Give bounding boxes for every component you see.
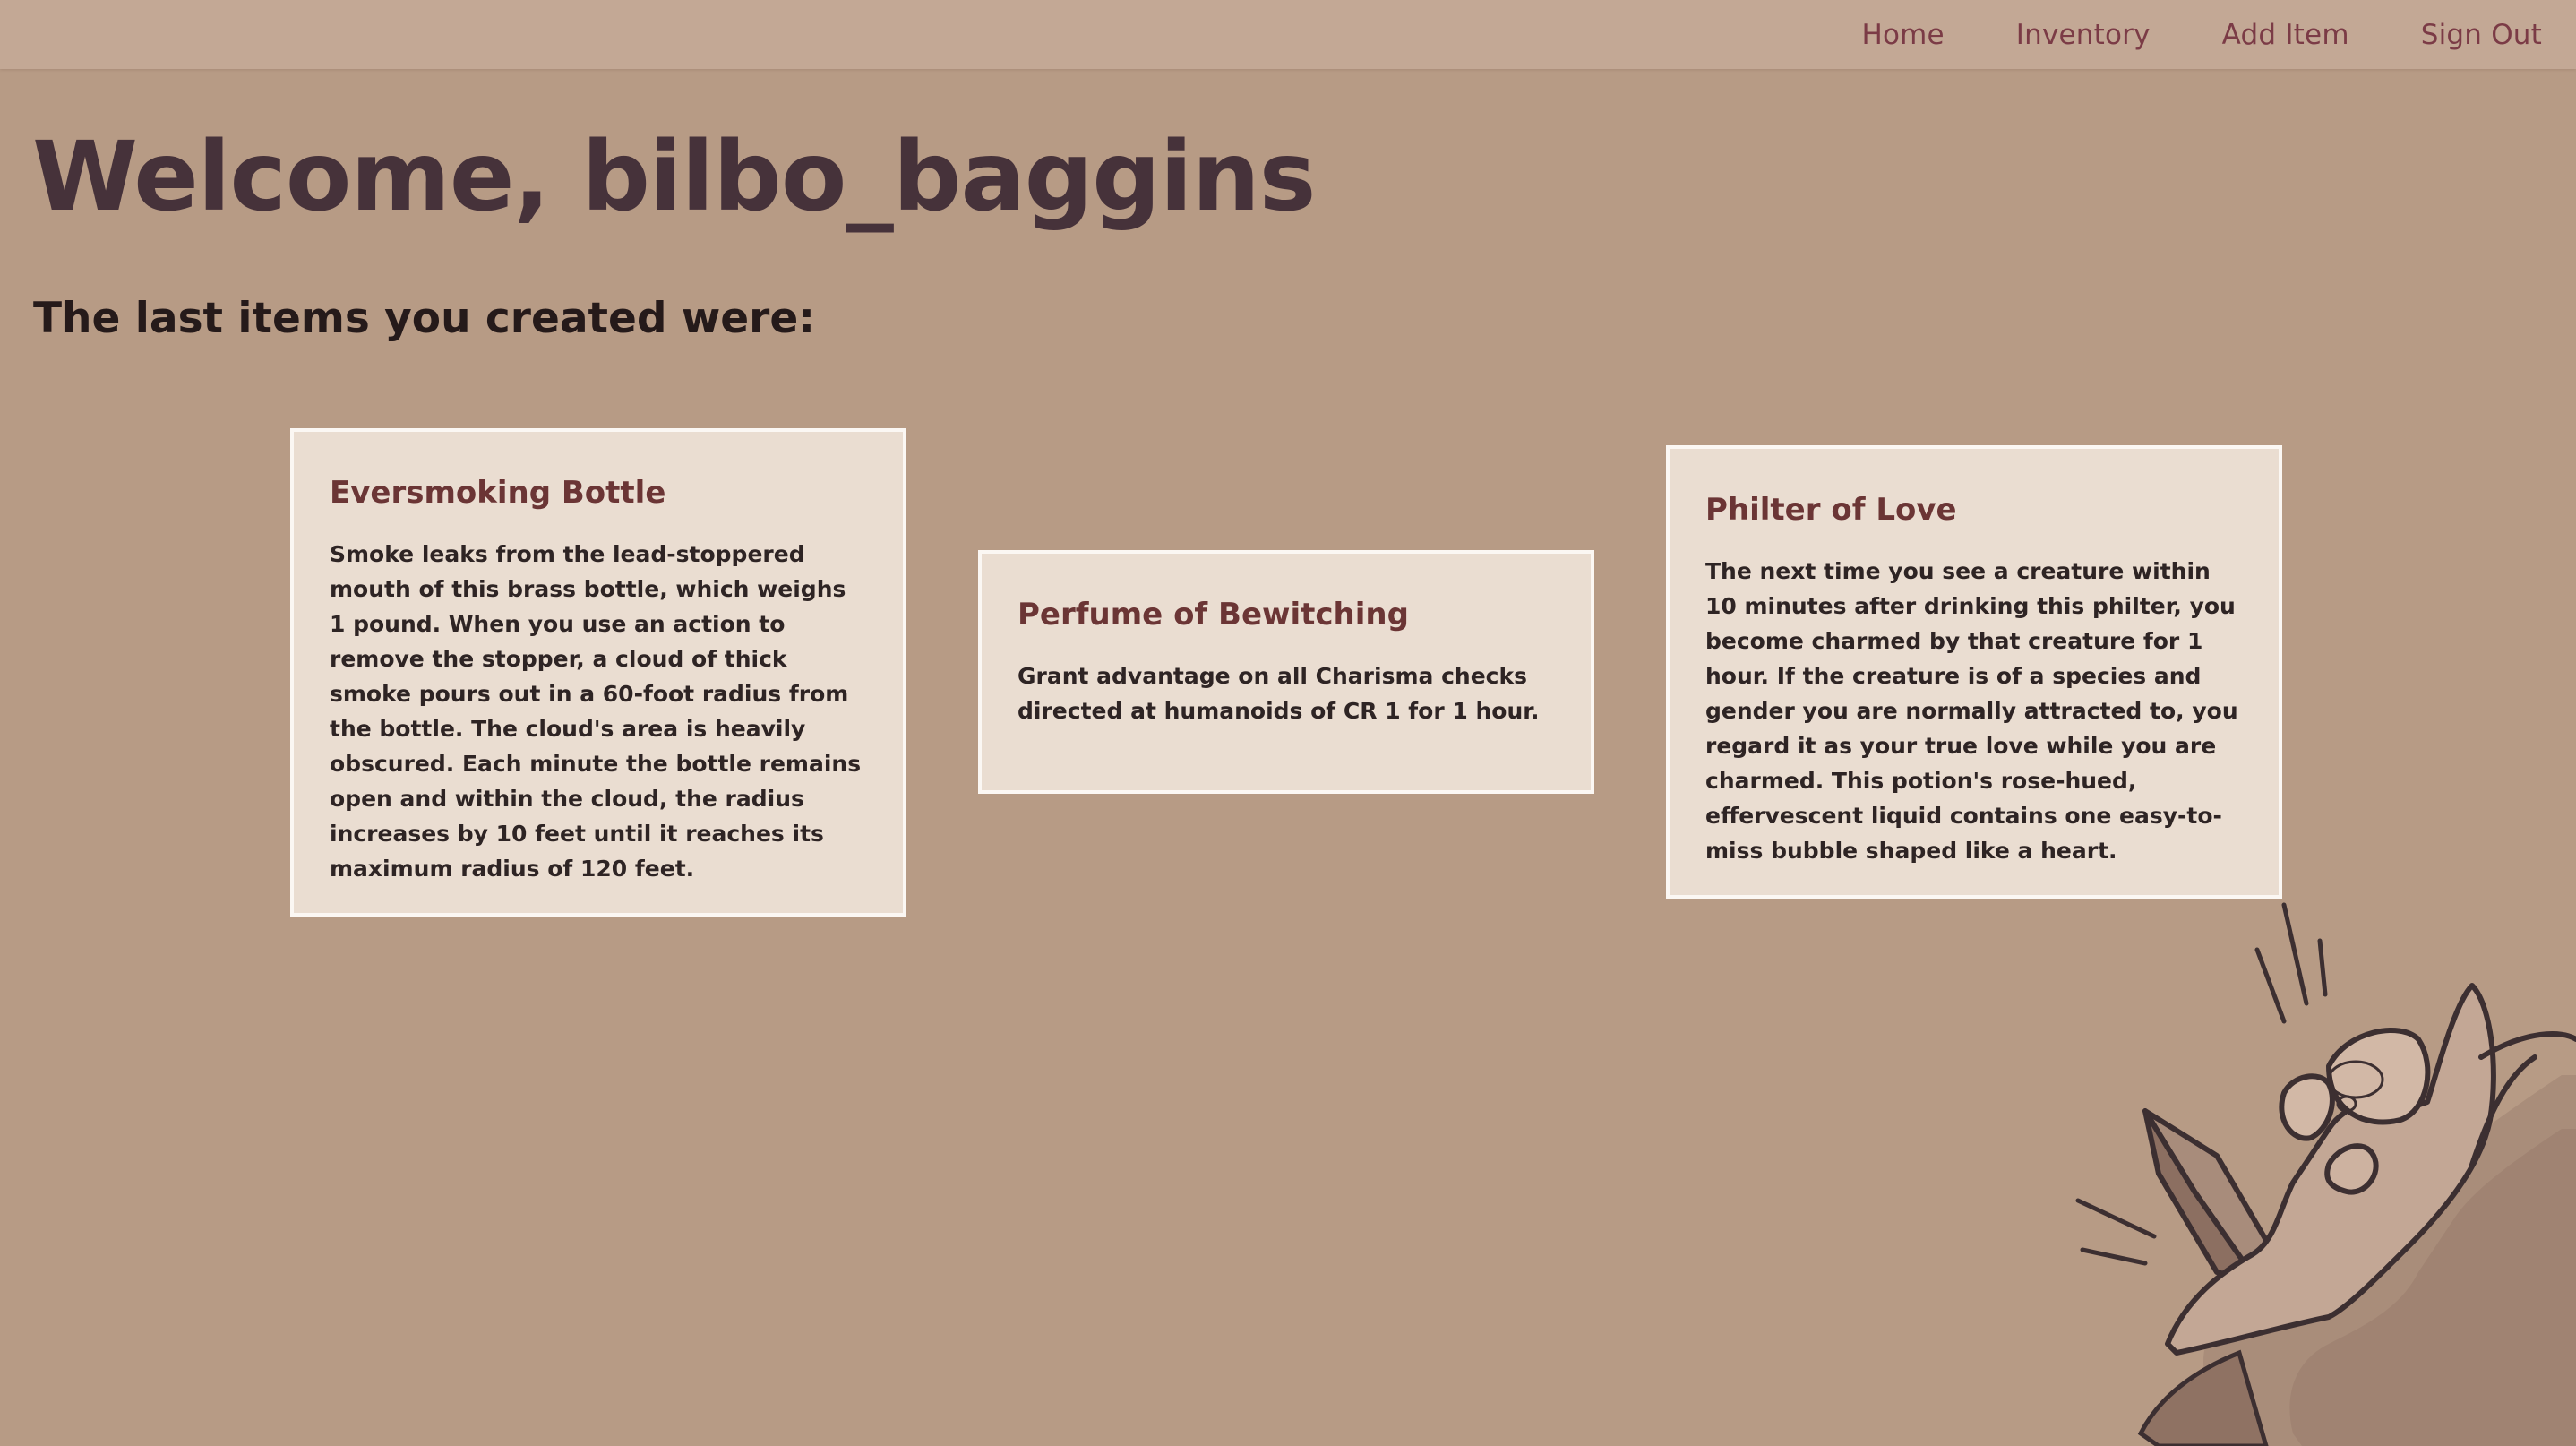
item-card[interactable]: Eversmoking Bottle Smoke leaks from the … — [290, 428, 906, 917]
item-card-description: Smoke leaks from the lead-stoppered mout… — [330, 540, 862, 882]
item-card-title: Perfume of Bewitching — [1018, 597, 1409, 633]
item-card[interactable]: Perfume of Bewitching Grant advantage on… — [978, 550, 1594, 794]
main-nav: Home Inventory Add Item Sign Out — [1861, 0, 2542, 69]
item-card-description: The next time you see a creature within … — [1705, 557, 2238, 864]
nav-sign-out-link[interactable]: Sign Out — [2421, 19, 2542, 51]
hand-holding-crystal-icon — [2075, 902, 2576, 1446]
item-card-title: Eversmoking Bottle — [330, 475, 666, 511]
welcome-heading: Welcome, bilbo_baggins — [32, 122, 1316, 233]
nav-inventory-link[interactable]: Inventory — [2016, 19, 2151, 51]
nav-add-item-link[interactable]: Add Item — [2222, 19, 2349, 51]
item-card-title: Philter of Love — [1705, 492, 1957, 528]
recent-items-heading: The last items you created were: — [33, 294, 816, 343]
item-card-description: Grant advantage on all Charisma checks d… — [1018, 662, 1540, 724]
top-navbar: Home Inventory Add Item Sign Out — [0, 0, 2576, 69]
nav-home-link[interactable]: Home — [1861, 19, 1944, 51]
item-card[interactable]: Philter of Love The next time you see a … — [1666, 445, 2282, 899]
